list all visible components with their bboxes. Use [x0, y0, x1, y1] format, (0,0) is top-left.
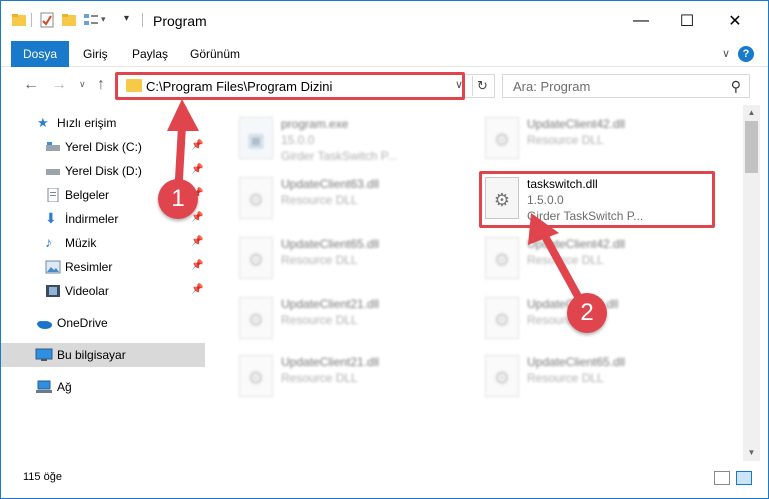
step-badge-2: 2 [567, 293, 607, 333]
step-badge-1: 1 [158, 179, 198, 219]
explorer-window: ▾ ▾ Program — ☐ ✕ Dosya Giriş Paylaş Gör… [0, 0, 769, 499]
annotation-arrows [167, 99, 590, 315]
